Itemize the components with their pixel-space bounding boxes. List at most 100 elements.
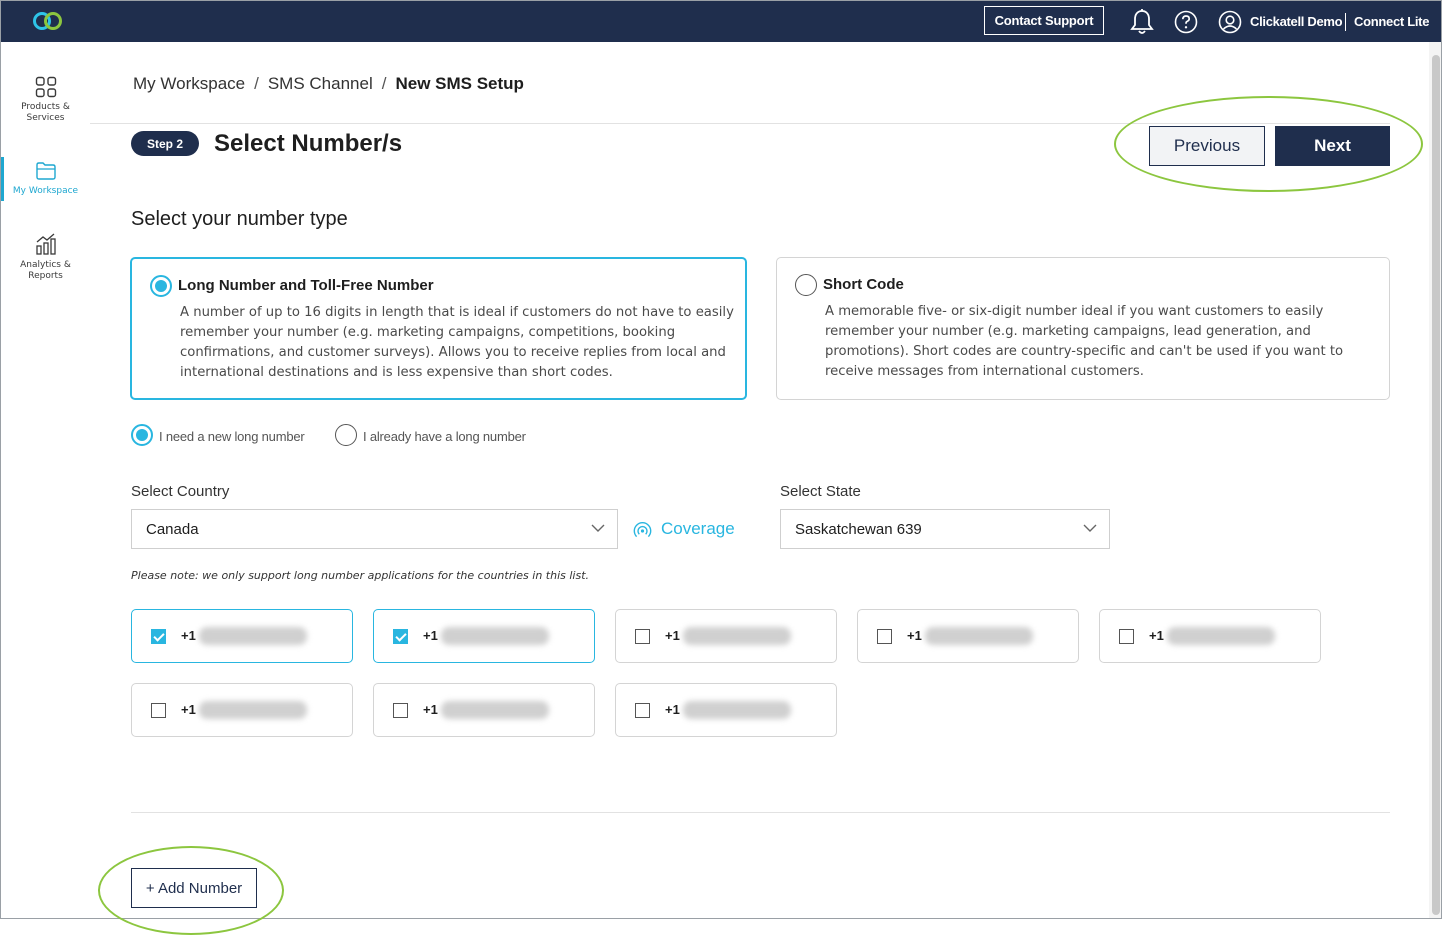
country-label: Select Country <box>131 483 230 500</box>
previous-button[interactable]: Previous <box>1149 126 1265 166</box>
number-card[interactable]: +1 <box>615 683 837 737</box>
sidebar-item-products-services[interactable]: Products & Services <box>1 76 90 124</box>
number-card[interactable]: +1 <box>1099 609 1321 663</box>
number-checkbox[interactable] <box>151 629 166 644</box>
description-line: remember your number (e.g. marketing cam… <box>825 324 1311 339</box>
grid-icon <box>35 76 56 98</box>
user-icon[interactable] <box>1218 10 1242 34</box>
sidebar-item-label: Products & <box>21 102 70 112</box>
number-checkbox[interactable] <box>635 629 650 644</box>
description-line: promotions). Short codes are country-spe… <box>825 344 1344 359</box>
redacted-number <box>1167 627 1275 645</box>
number-card[interactable]: +1 <box>857 609 1079 663</box>
coverage-label: Coverage <box>661 519 735 538</box>
app-window: Contact Support Clickatell Demo Connect … <box>0 0 1442 919</box>
option-card-short-code[interactable]: Short Code A memorable five- or six-digi… <box>776 257 1390 400</box>
description-line: receive messages from international cust… <box>825 364 1144 379</box>
radio-label: I already have a long number <box>363 429 526 444</box>
coverage-link[interactable]: Coverage <box>633 519 735 539</box>
redacted-number <box>683 627 791 645</box>
redacted-number <box>925 627 1033 645</box>
number-checkbox[interactable] <box>635 703 650 718</box>
breadcrumb-separator: / <box>254 74 259 93</box>
number-checkbox[interactable] <box>877 629 892 644</box>
option-description: A number of up to 16 digits in length th… <box>180 303 740 383</box>
breadcrumb-current: New SMS Setup <box>395 74 524 93</box>
description-line: remember your number (e.g. marketing cam… <box>180 325 676 340</box>
clickatell-logo-icon[interactable] <box>31 9 65 33</box>
header-divider <box>90 123 1390 124</box>
sidebar-item-my-workspace[interactable]: My Workspace <box>1 160 90 197</box>
breadcrumb: My Workspace / SMS Channel / New SMS Setup <box>133 74 524 94</box>
bar-chart-icon <box>35 233 56 255</box>
radio-new-long-number[interactable] <box>131 424 153 446</box>
sidebar-item-label: Analytics & <box>20 260 71 270</box>
section-title: Select your number type <box>131 208 348 230</box>
redacted-number <box>683 701 791 719</box>
country-select[interactable]: Canada <box>131 509 618 549</box>
redacted-number <box>441 701 549 719</box>
redacted-number <box>199 701 307 719</box>
number-prefix: +1 <box>665 628 680 643</box>
sidebar-item-label: Reports <box>28 271 63 281</box>
add-number-button[interactable]: + Add Number <box>131 868 257 908</box>
scrollbar-thumb[interactable] <box>1432 55 1440 915</box>
description-line: confirmations, and customer surveys). Al… <box>180 345 726 360</box>
page-title: Select Number/s <box>214 130 403 157</box>
description-line: A memorable five- or six-digit number id… <box>825 304 1324 319</box>
chevron-down-icon <box>591 524 605 532</box>
support-note: Please note: we only support long number… <box>131 569 590 582</box>
number-prefix: +1 <box>665 702 680 717</box>
state-value: Saskatchewan 639 <box>795 520 922 538</box>
radio-long-number[interactable] <box>150 275 172 297</box>
sidebar-item-label: Services <box>26 113 65 123</box>
option-title: Long Number and Toll-Free Number <box>178 277 434 294</box>
top-bar: Contact Support Clickatell Demo Connect … <box>1 1 1441 42</box>
sidebar: Products & Services My Workspace Analyti… <box>1 42 90 918</box>
number-prefix: +1 <box>423 628 438 643</box>
number-card[interactable]: +1 <box>131 609 353 663</box>
user-name[interactable]: Clickatell Demo <box>1250 14 1343 29</box>
number-checkbox[interactable] <box>393 703 408 718</box>
step-badge: Step 2 <box>131 131 199 156</box>
help-icon[interactable] <box>1174 10 1198 34</box>
number-checkbox[interactable] <box>393 629 408 644</box>
signal-icon <box>633 521 652 537</box>
contact-support-button[interactable]: Contact Support <box>984 6 1104 35</box>
sidebar-item-label: My Workspace <box>12 186 79 196</box>
breadcrumb-link-sms-channel[interactable]: SMS Channel <box>268 74 373 93</box>
next-button[interactable]: Next <box>1275 126 1390 166</box>
option-title: Short Code <box>823 276 904 293</box>
radio-existing-long-number[interactable] <box>335 424 357 446</box>
breadcrumb-separator: / <box>381 74 387 93</box>
description-line: international destinations and is less e… <box>180 365 613 380</box>
breadcrumb-link-my-workspace[interactable]: My Workspace <box>133 74 245 93</box>
radio-label: I need a new long number <box>159 429 305 444</box>
number-checkbox[interactable] <box>1119 629 1134 644</box>
folder-icon <box>35 162 56 180</box>
number-prefix: +1 <box>423 702 438 717</box>
state-select[interactable]: Saskatchewan 639 <box>780 509 1110 549</box>
state-label: Select State <box>780 483 861 500</box>
description-line: A number of up to 16 digits in length th… <box>180 305 734 320</box>
divider <box>1345 13 1346 31</box>
number-prefix: +1 <box>181 702 196 717</box>
country-value: Canada <box>146 520 199 538</box>
number-card[interactable]: +1 <box>615 609 837 663</box>
bell-icon[interactable] <box>1129 8 1155 36</box>
number-prefix: +1 <box>1149 628 1164 643</box>
option-card-long-number[interactable]: Long Number and Toll-Free Number A numbe… <box>130 257 747 400</box>
number-card[interactable]: +1 <box>373 683 595 737</box>
number-prefix: +1 <box>907 628 922 643</box>
radio-short-code[interactable] <box>795 274 817 296</box>
number-card[interactable]: +1 <box>373 609 595 663</box>
chevron-down-icon <box>1083 524 1097 532</box>
redacted-number <box>441 627 549 645</box>
option-description: A memorable five- or six-digit number id… <box>825 302 1380 382</box>
sidebar-item-analytics-reports[interactable]: Analytics & Reports <box>1 232 90 282</box>
number-prefix: +1 <box>181 628 196 643</box>
number-card[interactable]: +1 <box>131 683 353 737</box>
number-checkbox[interactable] <box>151 703 166 718</box>
section-divider <box>131 812 1390 813</box>
account-name[interactable]: Connect Lite <box>1354 14 1429 29</box>
